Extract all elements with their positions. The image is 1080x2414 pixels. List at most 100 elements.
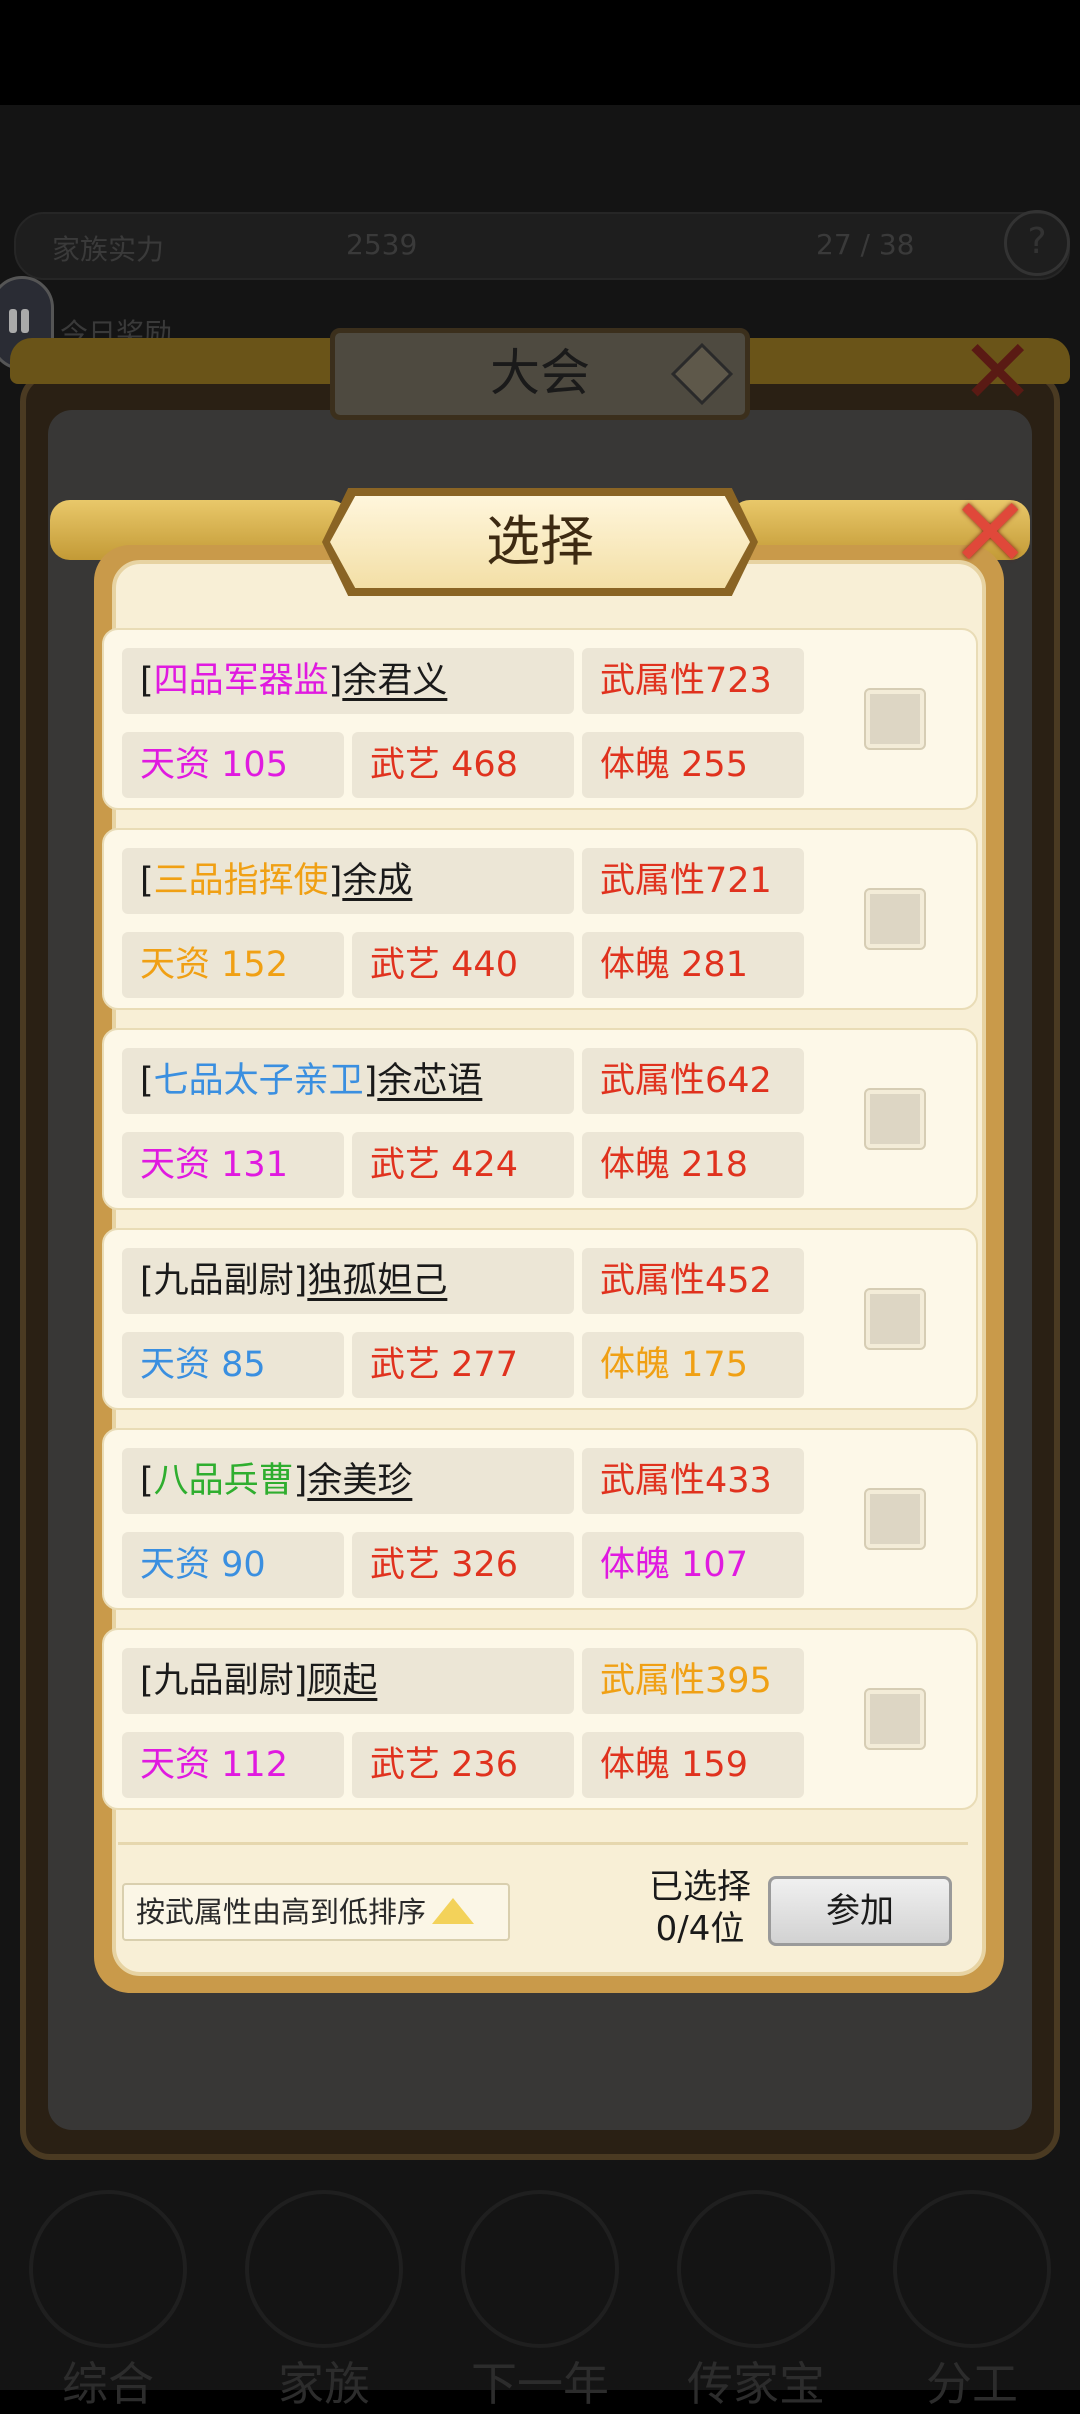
select-checkbox[interactable] xyxy=(866,890,924,948)
candidate-card[interactable]: [九品副尉]顾起 武属性395 天资 112 武艺 236 体魄 159 xyxy=(102,1628,978,1810)
attr-cell: 武属性642 xyxy=(582,1048,804,1114)
rank-label: 九品副尉 xyxy=(153,1661,294,1701)
rank-name-cell: [九品副尉]独孤妲己 xyxy=(122,1248,574,1314)
attr-label: 武属性 xyxy=(600,661,706,701)
talent-value: 90 xyxy=(221,1545,266,1585)
selected-count: 已选择 0/4位 xyxy=(630,1866,770,1950)
triangle-up-icon xyxy=(432,1898,475,1924)
candidate-name[interactable]: 余君义 xyxy=(342,661,447,701)
selected-label: 已选择 xyxy=(649,1867,751,1907)
martial-label: 武艺 xyxy=(370,745,441,785)
attr-label: 武属性 xyxy=(600,1261,706,1301)
physique-label: 体魄 xyxy=(600,1545,671,1585)
attr-value: 433 xyxy=(705,1461,772,1501)
select-checkbox[interactable] xyxy=(866,1090,924,1148)
select-checkbox[interactable] xyxy=(866,690,924,748)
candidate-card[interactable]: [九品副尉]独孤妲己 武属性452 天资 85 武艺 277 体魄 175 xyxy=(102,1228,978,1410)
martial-cell: 武艺 326 xyxy=(352,1532,574,1598)
physique-cell: 体魄 159 xyxy=(582,1732,804,1798)
rank-label: 九品副尉 xyxy=(153,1261,294,1301)
martial-cell: 武艺 236 xyxy=(352,1732,574,1798)
nav-item-0: 综合 xyxy=(0,2150,216,2411)
physique-value: 218 xyxy=(681,1145,748,1185)
attr-label: 武属性 xyxy=(600,1661,706,1701)
physique-label: 体魄 xyxy=(600,945,671,985)
talent-cell: 天资 131 xyxy=(122,1132,344,1198)
talent-label: 天资 xyxy=(140,1745,211,1785)
rank-name-cell: [八品兵曹]余美珍 xyxy=(122,1448,574,1514)
dialog-title: 选择 xyxy=(486,510,594,573)
physique-cell: 体魄 255 xyxy=(582,732,804,798)
martial-value: 468 xyxy=(451,745,518,785)
candidate-name[interactable]: 独孤妲己 xyxy=(307,1261,447,1301)
physique-label: 体魄 xyxy=(600,745,671,785)
attr-value: 452 xyxy=(705,1261,772,1301)
martial-cell: 武艺 440 xyxy=(352,932,574,998)
rank-name-cell: [三品指挥使]余成 xyxy=(122,848,574,914)
talent-cell: 天资 90 xyxy=(122,1532,344,1598)
bg-text-right: 27 / 38 xyxy=(816,228,915,261)
candidate-name[interactable]: 余芯语 xyxy=(377,1061,482,1101)
rank-label: 三品指挥使 xyxy=(153,861,329,901)
martial-value: 277 xyxy=(451,1345,518,1385)
talent-value: 131 xyxy=(221,1145,288,1185)
physique-value: 281 xyxy=(681,945,748,985)
attr-cell: 武属性723 xyxy=(582,648,804,714)
physique-label: 体魄 xyxy=(600,1745,671,1785)
physique-cell: 体魄 107 xyxy=(582,1532,804,1598)
physique-label: 体魄 xyxy=(600,1145,671,1185)
sort-label: 按武属性由高到低排序 xyxy=(136,1895,427,1929)
talent-value: 112 xyxy=(221,1745,288,1785)
talent-label: 天资 xyxy=(140,1345,211,1385)
select-checkbox[interactable] xyxy=(866,1290,924,1348)
martial-value: 326 xyxy=(451,1545,518,1585)
talent-label: 天资 xyxy=(140,945,211,985)
talent-cell: 天资 105 xyxy=(122,732,344,798)
list-divider xyxy=(118,1842,968,1845)
select-checkbox[interactable] xyxy=(866,1690,924,1748)
candidate-name[interactable]: 余成 xyxy=(342,861,412,901)
outer-wing-left xyxy=(10,338,330,384)
physique-value: 107 xyxy=(681,1545,748,1585)
physique-label: 体魄 xyxy=(600,1345,671,1385)
rank-label: 七品太子亲卫 xyxy=(153,1061,364,1101)
candidate-card[interactable]: [八品兵曹]余美珍 武属性433 天资 90 武艺 326 体魄 107 xyxy=(102,1428,978,1610)
martial-cell: 武艺 468 xyxy=(352,732,574,798)
select-checkbox[interactable] xyxy=(866,1490,924,1548)
physique-cell: 体魄 175 xyxy=(582,1332,804,1398)
attr-cell: 武属性721 xyxy=(582,848,804,914)
join-button[interactable]: 参加 xyxy=(768,1876,952,1946)
martial-label: 武艺 xyxy=(370,1145,441,1185)
bg-text-mid: 2539 xyxy=(346,228,418,261)
martial-label: 武艺 xyxy=(370,1345,441,1385)
nav-item-4: 分工 xyxy=(864,2150,1080,2411)
nav-item-2: 下一年 xyxy=(432,2150,648,2411)
rank-label: 八品兵曹 xyxy=(153,1461,294,1501)
candidate-name[interactable]: 余美珍 xyxy=(307,1461,412,1501)
rank-name-cell: [七品太子亲卫]余芯语 xyxy=(122,1048,574,1114)
attr-label: 武属性 xyxy=(600,861,706,901)
bg-text-left: 家族实力 xyxy=(52,233,165,266)
rank-label: 四品军器监 xyxy=(153,661,329,701)
rank-name-cell: [九品副尉]顾起 xyxy=(122,1648,574,1714)
selected-value: 0/4位 xyxy=(655,1909,745,1949)
martial-label: 武艺 xyxy=(370,1745,441,1785)
attr-label: 武属性 xyxy=(600,1061,706,1101)
martial-cell: 武艺 277 xyxy=(352,1332,574,1398)
attr-value: 395 xyxy=(705,1661,772,1701)
sort-button[interactable]: 按武属性由高到低排序 xyxy=(122,1883,510,1941)
candidate-card[interactable]: [七品太子亲卫]余芯语 武属性642 天资 131 武艺 424 体魄 218 xyxy=(102,1028,978,1210)
physique-value: 255 xyxy=(681,745,748,785)
attr-value: 721 xyxy=(705,861,772,901)
candidate-name[interactable]: 顾起 xyxy=(307,1661,377,1701)
talent-label: 天资 xyxy=(140,745,211,785)
attr-label: 武属性 xyxy=(600,1461,706,1501)
candidate-card[interactable]: [三品指挥使]余成 武属性721 天资 152 武艺 440 体魄 281 xyxy=(102,828,978,1010)
close-icon[interactable]: ✕ xyxy=(950,485,1030,581)
candidate-card[interactable]: [四品军器监]余君义 武属性723 天资 105 武艺 468 体魄 255 xyxy=(102,628,978,810)
talent-value: 152 xyxy=(221,945,288,985)
talent-cell: 天资 152 xyxy=(122,932,344,998)
talent-value: 85 xyxy=(221,1345,266,1385)
attr-value: 723 xyxy=(705,661,772,701)
rank-name-cell: [四品军器监]余君义 xyxy=(122,648,574,714)
